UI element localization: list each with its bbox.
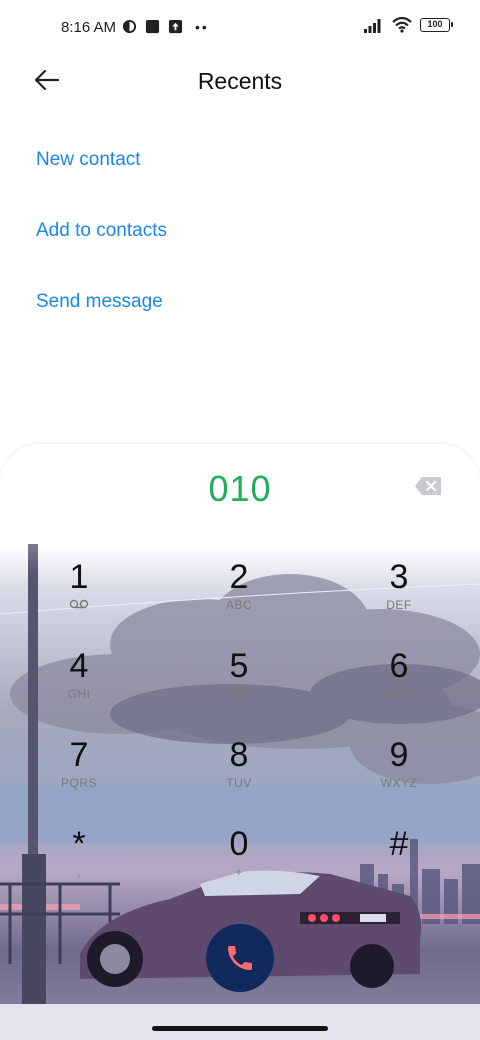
- key-hash[interactable]: #: [339, 825, 459, 905]
- key-digit: 2: [229, 558, 249, 596]
- notification-icons: ••: [122, 19, 209, 34]
- key-letters: +: [235, 865, 243, 879]
- key-digit: 5: [229, 647, 249, 685]
- backspace-icon[interactable]: [414, 476, 442, 496]
- key-3[interactable]: 3 DEF: [339, 558, 459, 638]
- status-time: 8:16 AM: [61, 19, 117, 36]
- wifi-icon: [392, 17, 412, 33]
- header: Recents: [0, 56, 480, 106]
- key-digit: 3: [389, 558, 409, 596]
- key-digit: #: [389, 825, 409, 863]
- key-digit: 9: [389, 736, 409, 774]
- voicemail-icon: [69, 599, 89, 609]
- dialpad: 010 1 2 ABC 3 DEF 4 GHI 5 JKL 6 MNO 7 PQ…: [0, 444, 480, 1040]
- key-digit: 4: [69, 647, 89, 685]
- key-star[interactable]: * ,: [19, 825, 139, 905]
- key-letters: WXYZ: [380, 776, 418, 790]
- status-right: 100: [364, 17, 453, 33]
- key-letters: ABC: [225, 598, 253, 612]
- key-0[interactable]: 0 +: [179, 825, 299, 905]
- key-5[interactable]: 5 JKL: [179, 647, 299, 727]
- key-6[interactable]: 6 MNO: [339, 647, 459, 727]
- key-2[interactable]: 2 ABC: [179, 558, 299, 638]
- key-letters: PQRS: [60, 776, 97, 790]
- phone-icon: [228, 946, 252, 970]
- home-indicator[interactable]: [152, 1026, 328, 1031]
- dialed-number: 010: [208, 468, 272, 509]
- signal-icon: [364, 18, 381, 33]
- call-button[interactable]: [206, 924, 274, 992]
- battery-icon: 100: [420, 18, 453, 32]
- key-letters: TUV: [226, 776, 252, 790]
- key-digit: 1: [69, 558, 89, 596]
- add-to-contacts-link[interactable]: Add to contacts: [36, 220, 167, 242]
- key-digit: 7: [69, 736, 89, 774]
- key-7[interactable]: 7 PQRS: [19, 736, 139, 816]
- key-digit: *: [72, 825, 86, 863]
- key-digit: 6: [389, 647, 409, 685]
- key-letters: ,: [77, 865, 81, 879]
- key-digit: 0: [229, 825, 249, 863]
- key-digit: 8: [229, 736, 249, 774]
- key-letters: DEF: [386, 598, 412, 612]
- key-letters: GHI: [67, 687, 91, 701]
- sync-app-icon: [122, 19, 137, 34]
- key-8[interactable]: 8 TUV: [179, 736, 299, 816]
- app-square-icon: [145, 19, 160, 34]
- key-4[interactable]: 4 GHI: [19, 647, 139, 727]
- page-title: Recents: [197, 68, 283, 94]
- new-contact-link[interactable]: New contact: [36, 149, 141, 171]
- key-1[interactable]: 1: [19, 558, 139, 638]
- upload-icon: [168, 19, 183, 34]
- more-notifications-icon: ••: [195, 18, 209, 35]
- status-bar: 8:16 AM •• 100: [0, 0, 480, 56]
- send-message-link[interactable]: Send message: [36, 291, 163, 313]
- key-9[interactable]: 9 WXYZ: [339, 736, 459, 816]
- key-letters: MNO: [384, 687, 414, 701]
- key-letters: JKL: [227, 687, 251, 701]
